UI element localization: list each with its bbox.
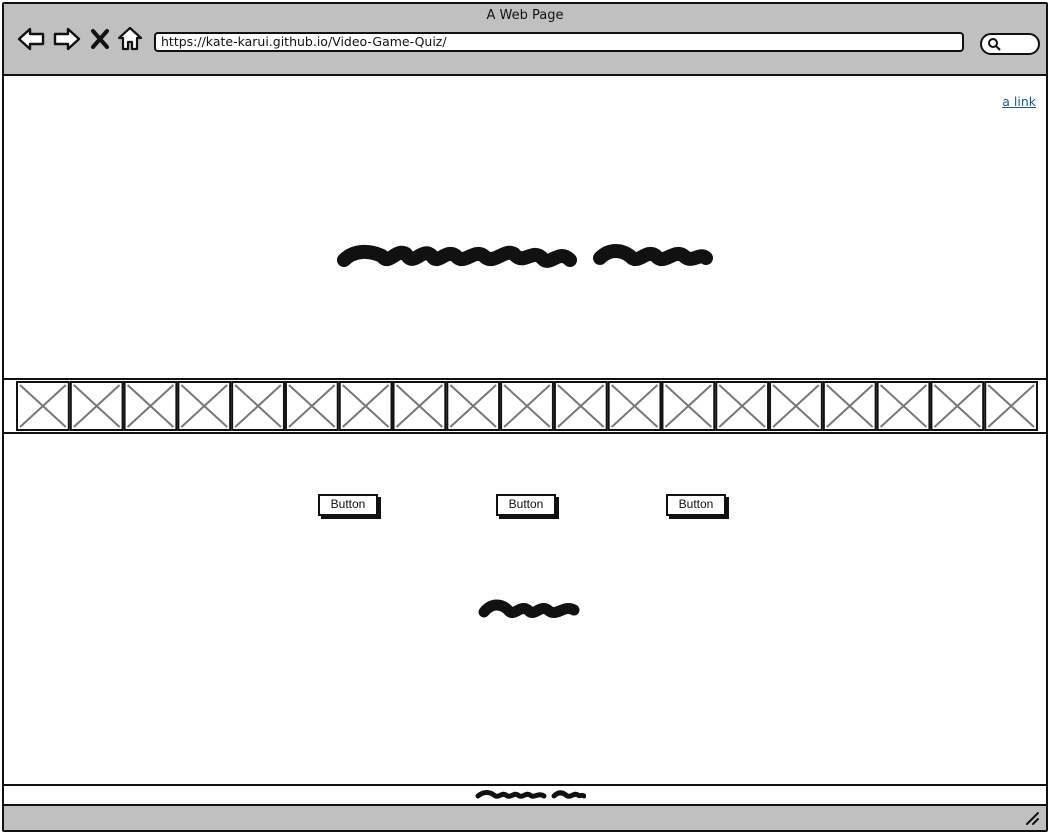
image-placeholder xyxy=(661,381,716,431)
close-icon[interactable] xyxy=(88,24,112,54)
browser-titlebar: A Web Page https://kate-karui.github.io/… xyxy=(4,4,1046,76)
image-placeholder xyxy=(69,381,124,431)
resize-grip-icon[interactable] xyxy=(1024,810,1040,826)
status-bar xyxy=(4,806,1046,830)
footer-text xyxy=(475,790,586,799)
home-icon[interactable] xyxy=(116,24,144,54)
image-placeholder xyxy=(769,381,823,431)
image-placeholder xyxy=(284,381,339,431)
forward-arrow-icon[interactable] xyxy=(52,24,82,54)
top-link[interactable]: a link xyxy=(1002,94,1036,109)
image-strip xyxy=(4,378,1046,434)
page-content: a link Button Button Button xyxy=(4,76,1046,786)
image-placeholder xyxy=(607,381,662,431)
image-placeholder xyxy=(231,381,285,431)
image-placeholder xyxy=(715,381,770,431)
image-placeholder xyxy=(338,381,393,431)
quiz-button-2[interactable]: Button xyxy=(496,494,556,516)
page-subtext xyxy=(478,599,580,618)
image-placeholder xyxy=(123,381,178,431)
image-placeholder xyxy=(984,381,1038,431)
image-placeholder xyxy=(553,381,608,431)
search-input[interactable] xyxy=(980,33,1040,55)
image-placeholder xyxy=(16,381,70,431)
url-input[interactable]: https://kate-karui.github.io/Video-Game-… xyxy=(154,32,964,52)
image-placeholder xyxy=(930,381,985,431)
image-placeholder xyxy=(822,381,877,431)
image-placeholder xyxy=(392,381,447,431)
page-footer xyxy=(4,784,1046,806)
page-heading xyxy=(337,244,713,268)
image-placeholder xyxy=(500,381,554,431)
browser-window: A Web Page https://kate-karui.github.io/… xyxy=(2,2,1048,832)
image-placeholder xyxy=(876,381,931,431)
back-arrow-icon[interactable] xyxy=(16,24,46,54)
window-title: A Web Page xyxy=(486,8,564,23)
search-icon xyxy=(988,38,1001,51)
quiz-button-3[interactable]: Button xyxy=(666,494,726,516)
image-placeholder xyxy=(446,381,501,431)
quiz-button-1[interactable]: Button xyxy=(318,494,378,516)
image-placeholder xyxy=(177,381,232,431)
